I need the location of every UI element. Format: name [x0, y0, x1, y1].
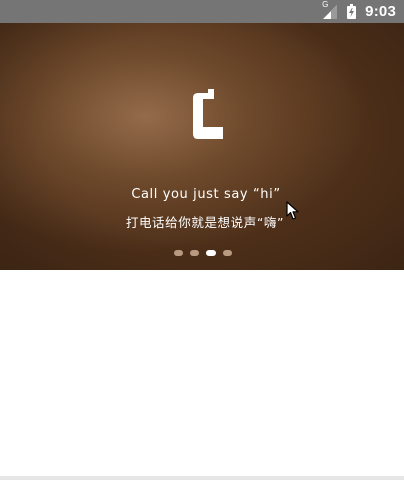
mouse-cursor-icon: [286, 201, 299, 220]
content-area: [0, 270, 404, 476]
app-logo-c-icon: [193, 89, 223, 139]
battery-charging-icon: [347, 4, 357, 19]
tagline-english: Call you just say “hi”: [131, 187, 281, 202]
status-icons: G 9:03: [322, 0, 396, 23]
intro-banner[interactable]: Call you just say “hi” 打电话给你就是想说声“嗨”: [0, 23, 404, 270]
page-indicator: [0, 250, 404, 256]
page-dot-2[interactable]: [190, 250, 199, 256]
bottom-divider: [0, 476, 404, 480]
status-bar: G 9:03: [0, 0, 404, 23]
page-dot-4[interactable]: [223, 250, 232, 256]
banner-vignette: [0, 23, 404, 270]
clock: 9:03: [365, 3, 396, 20]
page-dot-3-active[interactable]: [206, 250, 216, 256]
signal-icon: G: [322, 0, 338, 20]
page-dot-1[interactable]: [174, 250, 183, 256]
network-type-label: G: [322, 0, 329, 9]
tagline-chinese: 打电话给你就是想说声“嗨”: [125, 215, 285, 230]
